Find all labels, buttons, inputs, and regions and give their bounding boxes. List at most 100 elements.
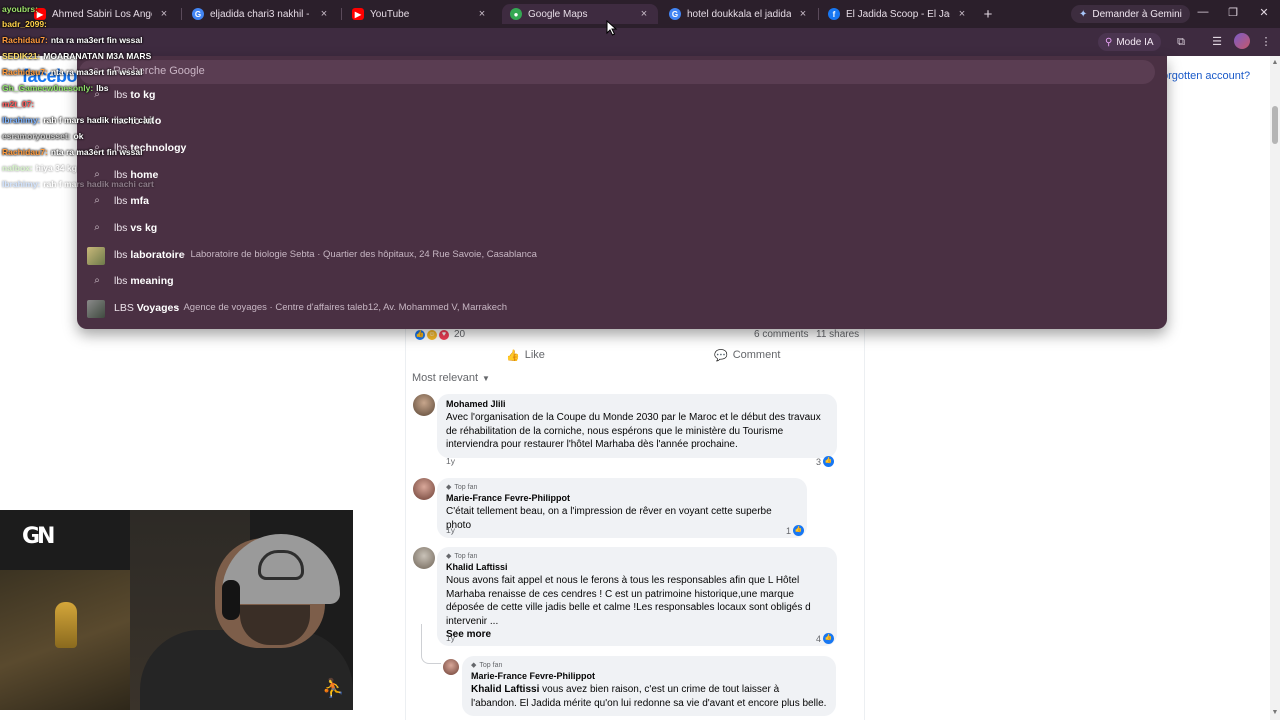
comment-sort-dropdown[interactable]: Most relevant ▼ xyxy=(412,372,490,384)
tab-search-icon[interactable]: ☰ xyxy=(1209,34,1225,50)
comment-bubble: Mohamed Jlili Avec l'organisation de la … xyxy=(437,394,837,458)
comment-bubble: ◆ Top fan Marie-France Fevre-Philippot C'… xyxy=(437,478,807,538)
suggestion-item[interactable]: ⌕ lbs to kg xyxy=(77,83,1167,109)
tab-youtube[interactable]: ▶ YouTube × xyxy=(344,4,496,24)
extensions-icon[interactable]: ⧉ xyxy=(1173,34,1189,50)
suggestion-item[interactable]: ⌕ lbs home xyxy=(77,163,1167,189)
place-thumbnail xyxy=(87,247,105,265)
tab-hotel-doukkala[interactable]: G hotel doukkala el jadida - Rech × xyxy=(661,4,817,24)
webcam-overlay: GN ⛹ xyxy=(0,510,353,710)
like-count: 4 xyxy=(816,633,822,644)
shares-count[interactable]: 11 shares xyxy=(816,329,859,340)
window-close-button[interactable]: ✕ xyxy=(1257,6,1271,19)
reaction-count[interactable]: 20 xyxy=(454,329,465,340)
comment-like-count[interactable]: 4 👍 xyxy=(816,633,835,644)
avatar[interactable] xyxy=(413,547,435,569)
see-more-link[interactable]: See more xyxy=(446,629,828,640)
comment-label: Comment xyxy=(732,349,781,361)
avatar[interactable] xyxy=(443,659,459,675)
tab-separator xyxy=(818,8,819,20)
close-icon[interactable]: × xyxy=(638,8,650,20)
comment-like-count[interactable]: 1 👍 xyxy=(786,525,805,536)
scroll-down-icon[interactable]: ▼ xyxy=(1270,708,1280,718)
chat-message: badr_2099: xyxy=(2,19,47,29)
avatar[interactable] xyxy=(413,478,435,500)
google-icon: G xyxy=(669,8,681,20)
diamond-icon: ◆ xyxy=(446,484,452,491)
search-icon: ⌕ xyxy=(94,275,100,286)
tab-eljadida-search[interactable]: G eljadida chari3 nakhil - Recherc × xyxy=(184,4,338,24)
suggestion-item[interactable]: ⌕ lbs meaning xyxy=(77,269,1167,295)
menu-kebab-icon[interactable]: ⋮ xyxy=(1258,34,1274,50)
forgotten-account-link[interactable]: orgotten account? xyxy=(1162,70,1250,82)
suggestion-item[interactable]: ⌕ lbs to kilo xyxy=(77,109,1167,135)
close-icon[interactable]: × xyxy=(797,8,809,20)
tab-label: Google Maps xyxy=(528,8,588,20)
top-fan-badge: ◆ Top fan xyxy=(446,483,478,492)
chat-message: SEDIK21: MOARANATAN M3A MARS xyxy=(2,51,152,61)
speech-bubble-icon: 💬 xyxy=(714,349,728,362)
comment-button[interactable]: 💬 Comment xyxy=(714,347,780,363)
comment-time[interactable]: 1y xyxy=(446,633,455,643)
like-count: 3 xyxy=(816,456,822,467)
tab-el-jadida-scoop[interactable]: f El Jadida Scoop - El Jadida : L'h × xyxy=(820,4,976,24)
mention[interactable]: Khalid Laftissi xyxy=(471,684,539,695)
love-reaction-icon: ♥ xyxy=(438,329,450,341)
gemini-sparkle-icon: ✦ xyxy=(1079,8,1088,20)
care-reaction-icon: ☺ xyxy=(426,329,438,341)
omnibox-input[interactable]: ⌕ Recherche Google xyxy=(79,60,1155,84)
tab-google-maps[interactable]: ● Google Maps × xyxy=(502,4,658,24)
suggestion-item[interactable]: ⌕ lbs technology xyxy=(77,136,1167,162)
suggestion-item[interactable]: ⌕ lbs mfa xyxy=(77,189,1167,215)
new-tab-button[interactable]: + xyxy=(980,6,996,23)
tab-label: El Jadida Scoop - El Jadida : L'h xyxy=(846,8,950,20)
maximize-button[interactable]: ❐ xyxy=(1226,6,1240,19)
suggestion-item[interactable]: lbs laboratoire - Laboratoire de biologi… xyxy=(77,243,1167,269)
mouse-cursor-icon xyxy=(606,20,618,36)
ask-gemini-button[interactable]: ✦ Demander à Gemini xyxy=(1071,5,1190,23)
mode-ia-button[interactable]: ⚲ Mode IA xyxy=(1098,33,1161,51)
headset xyxy=(222,580,240,620)
comment-text: Avec l'organisation de la Coupe du Monde… xyxy=(446,412,821,450)
chat-message: ayoubrs: xyxy=(2,4,38,14)
comment-like-count[interactable]: 3 👍 xyxy=(816,456,835,467)
comment-author[interactable]: Mohamed Jlili xyxy=(446,399,828,409)
chat-message: m2t_07: xyxy=(2,99,35,109)
scrollbar-thumb[interactable] xyxy=(1272,106,1278,144)
comment-text: C'était tellement beau, on a l'impressio… xyxy=(446,506,772,531)
chat-message: Ibrahimy: rah f mars hadik machi cart xyxy=(2,179,154,189)
comment-time[interactable]: 1y xyxy=(446,525,455,535)
comment-bubble: ◆ Top fan Khalid Laftissi Nous avons fait… xyxy=(437,547,837,646)
close-icon[interactable]: × xyxy=(956,8,968,20)
comment-author[interactable]: Marie-France Fevre-Philippot xyxy=(471,671,827,681)
sort-label: Most relevant xyxy=(412,372,479,384)
trophy-image xyxy=(55,602,77,648)
like-badge-icon: 👍 xyxy=(793,525,805,536)
tab-label: YouTube xyxy=(370,8,410,20)
avatar[interactable] xyxy=(413,394,435,416)
suggestion-item[interactable]: LBS Voyages - Agence de voyages · Centre… xyxy=(77,296,1167,322)
like-button[interactable]: 👍 Like xyxy=(506,347,545,363)
minimize-button[interactable]: — xyxy=(1196,6,1210,18)
chat-message: Ibrahimy: rah f mars hadik machi cart xyxy=(2,115,154,125)
comment-author[interactable]: Marie-France Fevre-Philippot xyxy=(446,493,798,503)
close-icon[interactable]: × xyxy=(318,8,330,20)
top-fan-badge: ◆ Top fan xyxy=(471,661,503,670)
comment-bubble: ◆ Top fan Marie-France Fevre-Philippot Kh… xyxy=(462,656,836,716)
diamond-icon: ◆ xyxy=(446,553,452,560)
like-reaction-icon: 👍 xyxy=(414,329,426,341)
suggestion-item[interactable]: ⌕ lbs vs kg xyxy=(77,216,1167,242)
omnibox-dropdown: ⌕ Recherche Google ⌕ lbs to kg ⌕ lbs to … xyxy=(77,56,1167,329)
profile-avatar[interactable] xyxy=(1234,33,1250,49)
post-reactions-row[interactable]: 👍 ☺ ♥ 20 6 comments 11 shares xyxy=(414,328,859,342)
comment-time[interactable]: 1y xyxy=(446,456,455,466)
page-scrollbar[interactable] xyxy=(1270,56,1280,720)
mode-ia-label: Mode IA xyxy=(1116,36,1154,48)
caret-down-icon: ▼ xyxy=(482,373,490,383)
comments-count[interactable]: 6 comments xyxy=(754,329,808,340)
scroll-up-icon[interactable]: ▲ xyxy=(1270,58,1280,68)
top-fan-badge: ◆ Top fan xyxy=(446,552,478,561)
facebook-icon: f xyxy=(828,8,840,20)
close-icon[interactable]: × xyxy=(476,8,488,20)
comment-author[interactable]: Khalid Laftissi xyxy=(446,562,828,572)
